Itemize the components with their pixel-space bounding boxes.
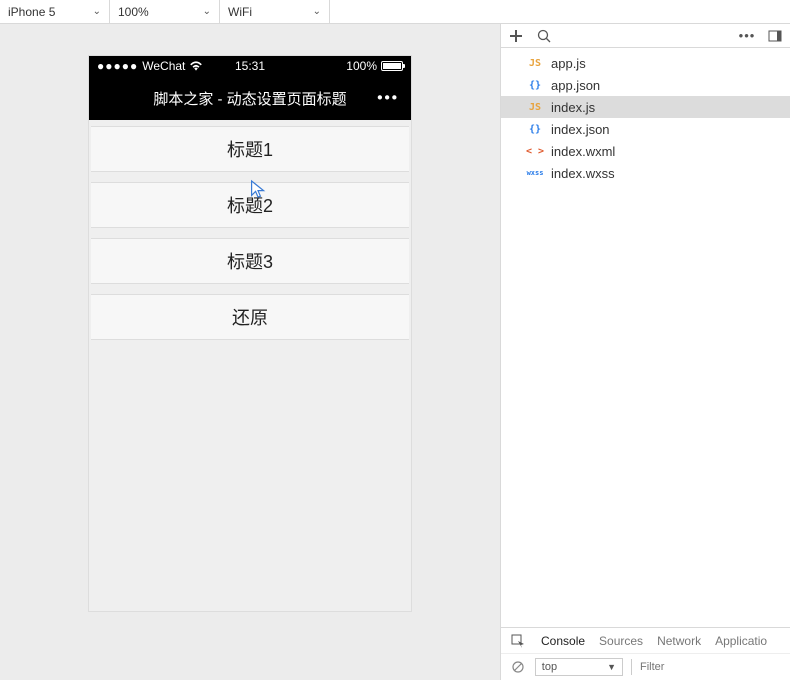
file-type-icon: JS [525,102,545,113]
button-label: 标题2 [227,192,273,218]
reset-button[interactable]: 还原 [91,294,409,340]
chevron-down-icon: ⌄ [203,6,211,17]
battery-icon [381,61,403,71]
clock-label: 15:31 [235,59,265,73]
element-picker-button[interactable] [509,632,527,650]
file-type-icon: {} [525,80,545,91]
device-select[interactable]: iPhone 5 ⌄ [0,0,110,23]
file-row[interactable]: JS index.js [501,96,790,118]
panel-toggle-icon [768,29,782,43]
console-toolbar: top ▼ [501,654,790,680]
title-button-2[interactable]: 标题2 [91,182,409,228]
file-name-label: index.js [551,100,595,115]
no-entry-icon [512,661,524,673]
carrier-label: WeChat [142,59,185,73]
title-button-3[interactable]: 标题3 [91,238,409,284]
file-name-label: index.wxss [551,166,615,181]
page-title: 脚本之家 - 动态设置页面标题 [153,88,346,109]
file-type-icon: < > [525,146,545,157]
button-label: 标题3 [227,248,273,274]
file-row[interactable]: {} index.json [501,118,790,140]
search-icon [537,29,551,43]
battery-pct-label: 100% [346,59,377,73]
file-row[interactable]: wxss index.wxss [501,162,790,184]
wifi-icon [189,61,203,71]
button-label: 标题1 [227,136,273,162]
file-name-label: app.json [551,78,600,93]
file-tree: JS app.js {} app.json JS index.js {} index.json… [501,48,790,627]
simulator-pane: ●●●●● WeChat 15:31 100% 脚本之家 - 动态设置页面标题 … [0,24,500,680]
title-button-1[interactable]: 标题1 [91,126,409,172]
simulator-toolbar: iPhone 5 ⌄ 100% ⌄ WiFi ⌄ [0,0,790,24]
more-button[interactable]: ••• [738,27,756,45]
tab-network[interactable]: Network [657,634,701,648]
device-select-label: iPhone 5 [8,5,55,19]
editor-pane: ••• JS app.js {} app.json JS index.js {} index.… [500,24,790,680]
search-button[interactable] [535,27,553,45]
phone-app-body: 标题1 标题2 标题3 还原 [89,120,411,611]
element-picker-icon [511,634,525,648]
file-name-label: index.wxml [551,144,615,159]
signal-dots-icon: ●●●●● [97,59,138,73]
nav-more-icon[interactable]: ••• [377,90,399,107]
devtools-panel: Console Sources Network Applicatio top ▼ [501,627,790,680]
file-type-icon: wxss [525,169,545,177]
zoom-select[interactable]: 100% ⌄ [110,0,220,23]
file-type-icon: JS [525,58,545,69]
chevron-down-icon: ▼ [607,662,616,672]
phone-navbar: 脚本之家 - 动态设置页面标题 ••• [89,76,411,120]
phone-statusbar: ●●●●● WeChat 15:31 100% [89,56,411,76]
chevron-down-icon: ⌄ [93,6,101,17]
editor-toolbar: ••• [501,24,790,48]
more-icon: ••• [739,28,756,43]
plus-icon [509,29,523,43]
filter-input[interactable] [631,659,782,675]
tab-console[interactable]: Console [541,634,585,648]
clear-console-button[interactable] [509,658,527,676]
network-select-label: WiFi [228,5,307,19]
file-row[interactable]: < > index.wxml [501,140,790,162]
tab-sources[interactable]: Sources [599,634,643,648]
file-type-icon: {} [525,124,545,135]
context-select[interactable]: top ▼ [535,658,623,676]
phone-frame: ●●●●● WeChat 15:31 100% 脚本之家 - 动态设置页面标题 … [89,56,411,611]
add-file-button[interactable] [507,27,525,45]
context-select-label: top [542,661,557,673]
network-select[interactable]: WiFi ⌄ [220,0,330,23]
tab-application[interactable]: Applicatio [715,634,767,648]
zoom-select-label: 100% [118,5,149,19]
file-name-label: app.js [551,56,586,71]
file-name-label: index.json [551,122,610,137]
file-row[interactable]: {} app.json [501,74,790,96]
button-label: 还原 [232,304,268,330]
panel-toggle-button[interactable] [766,27,784,45]
chevron-down-icon: ⌄ [313,6,321,17]
devtools-tabs: Console Sources Network Applicatio [501,628,790,654]
file-row[interactable]: JS app.js [501,52,790,74]
